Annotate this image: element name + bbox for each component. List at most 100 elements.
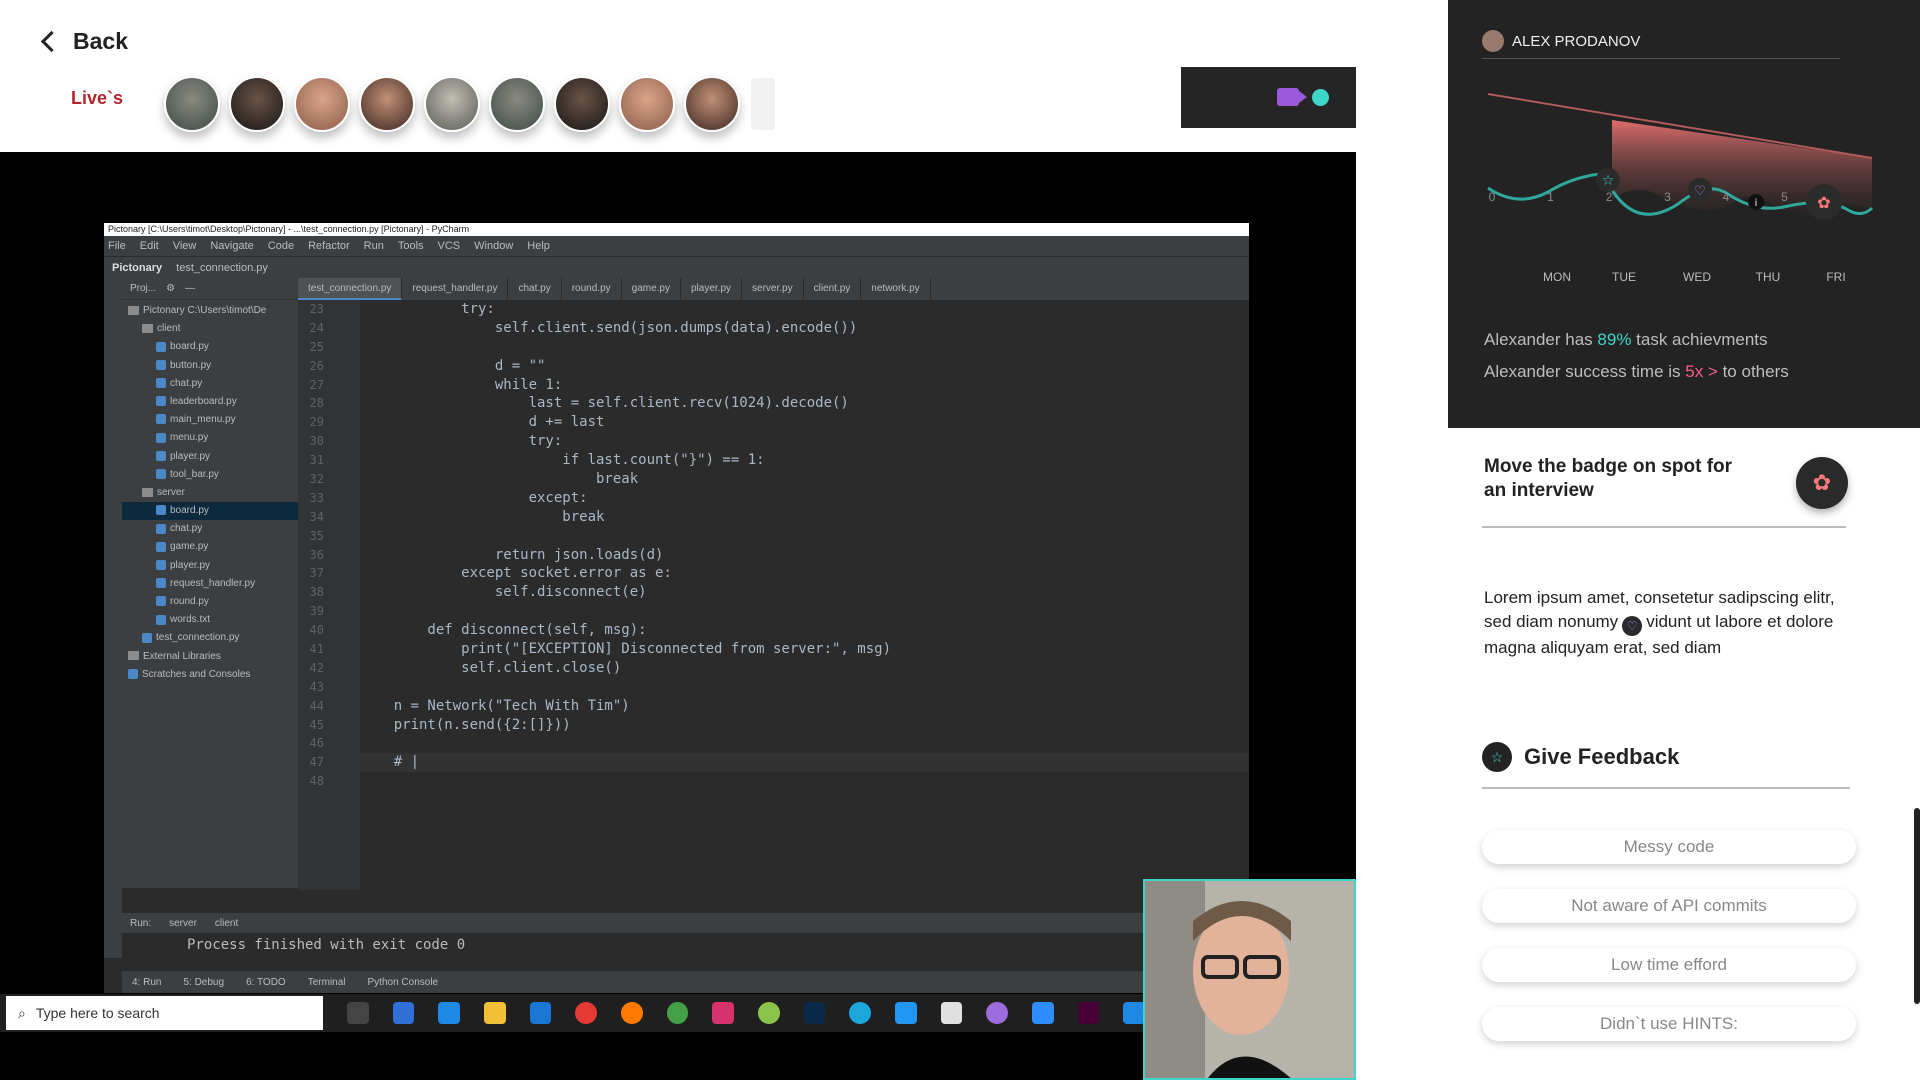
avatar[interactable] — [554, 76, 610, 132]
tree-item[interactable]: Pictonary C:\Users\timot\De — [122, 302, 298, 320]
menu-item[interactable]: Navigate — [210, 240, 253, 252]
feedback-option-time-effort[interactable]: Low time efford — [1482, 948, 1856, 982]
code-line: return json.loads(d) — [360, 546, 664, 563]
tree-item-label: chat.py — [170, 523, 203, 535]
tool-window-button[interactable]: Terminal — [308, 977, 346, 988]
tree-item[interactable]: test_connection.py — [122, 629, 298, 647]
editor-tab[interactable]: request_handler.py — [402, 278, 509, 300]
editor-tab[interactable]: test_connection.py — [298, 278, 403, 300]
chrome-icon[interactable] — [666, 1002, 689, 1024]
tree-item[interactable]: player.py — [122, 448, 298, 466]
editor-tab[interactable]: game.py — [622, 278, 681, 300]
project-dropdown[interactable]: Proj... — [130, 283, 156, 294]
editor-tab[interactable]: chat.py — [508, 278, 562, 300]
tree-item[interactable]: chat.py — [122, 375, 298, 393]
editor-tab[interactable]: player.py — [681, 278, 743, 300]
instagram-icon[interactable] — [712, 1002, 735, 1024]
tree-item[interactable]: server — [122, 484, 298, 502]
editor-tab[interactable]: client.py — [804, 278, 862, 300]
feedback-option-api-commits[interactable]: Not aware of API commits — [1482, 889, 1856, 923]
tree-item[interactable]: game.py — [122, 538, 298, 556]
edge-icon[interactable] — [849, 1002, 872, 1024]
run-tab-client[interactable]: client — [215, 918, 238, 929]
task-view-icon[interactable] — [347, 1002, 369, 1024]
app-icon[interactable] — [1123, 1002, 1145, 1024]
photoshop-icon[interactable] — [803, 1002, 826, 1024]
settings-icon[interactable]: ⚙ — [166, 283, 175, 294]
avatar[interactable] — [489, 76, 545, 132]
tree-item[interactable]: External Libraries — [122, 648, 298, 666]
avatar[interactable] — [424, 76, 480, 132]
taskbar-search[interactable]: ⌕ Type here to search — [6, 996, 324, 1030]
zoom-icon[interactable] — [1032, 1002, 1054, 1024]
avatar-more[interactable] — [749, 76, 777, 132]
tree-item[interactable]: chat.py — [122, 520, 298, 538]
feedback-option-messy-code[interactable]: Messy code — [1482, 830, 1856, 864]
tree-item[interactable]: round.py — [122, 593, 298, 611]
mail-icon[interactable] — [529, 1002, 552, 1024]
avatar[interactable] — [619, 76, 675, 132]
menu-item[interactable]: Refactor — [308, 240, 350, 252]
menu-item[interactable]: View — [173, 240, 197, 252]
tree-item[interactable]: player.py — [122, 557, 298, 575]
avatar[interactable] — [229, 76, 285, 132]
tool-window-button[interactable]: 6: TODO — [246, 977, 286, 988]
app-icon[interactable] — [758, 1002, 780, 1024]
activity-chart[interactable]: ☆ ♡ i ✿ 0 1 2 3 4 5 MON TUE WED THU FRI — [1448, 80, 1920, 290]
chrome-icon[interactable] — [575, 1002, 598, 1024]
breadcrumb-file[interactable]: test_connection.py — [176, 262, 268, 274]
tree-item[interactable]: main_menu.py — [122, 411, 298, 429]
tool-window-button[interactable]: Python Console — [368, 977, 439, 988]
line-number: 41 — [309, 642, 324, 657]
folder-icon[interactable] — [484, 1002, 506, 1024]
github-icon[interactable] — [986, 1002, 1009, 1024]
avatar[interactable] — [684, 76, 740, 132]
app-icon[interactable] — [438, 1002, 461, 1024]
badge-handle[interactable]: ✿ — [1796, 457, 1848, 509]
avatar[interactable] — [294, 76, 350, 132]
python-file-icon — [156, 414, 166, 425]
menu-item[interactable]: Window — [474, 240, 513, 252]
code-editor[interactable]: try: self.client.send(json.dumps(data).e… — [360, 300, 1249, 890]
menu-item[interactable]: Help — [527, 240, 550, 252]
tree-item[interactable]: board.py — [122, 502, 298, 521]
day-label: THU — [1756, 270, 1781, 284]
tree-item[interactable]: tool_bar.py — [122, 466, 298, 484]
editor-tab[interactable]: server.py — [742, 278, 804, 300]
video-camera-icon[interactable] — [1277, 88, 1307, 106]
tree-item[interactable]: button.py — [122, 357, 298, 375]
editor-tab[interactable]: round.py — [562, 278, 622, 300]
avatar[interactable] — [359, 76, 415, 132]
vscode-icon[interactable] — [895, 1002, 917, 1024]
feedback-option-hints[interactable]: Didn`t use HINTS: — [1482, 1007, 1856, 1041]
editor-tab[interactable]: network.py — [861, 278, 931, 300]
tree-item[interactable]: request_handler.py — [122, 575, 298, 593]
avatar[interactable] — [164, 76, 220, 132]
app-icon[interactable] — [392, 1002, 415, 1024]
menu-item[interactable]: Edit — [140, 240, 159, 252]
run-tab-server[interactable]: server — [169, 918, 197, 929]
menu-item[interactable]: Run — [364, 240, 384, 252]
breadcrumb-project[interactable]: Pictonary — [112, 262, 162, 274]
recording-control[interactable] — [1181, 67, 1356, 128]
scrollbar[interactable] — [1914, 808, 1920, 1004]
tree-item[interactable]: Scratches and Consoles — [122, 666, 298, 684]
tree-item[interactable]: board.py — [122, 338, 298, 356]
menu-item[interactable]: File — [108, 240, 126, 252]
menu-item[interactable]: Code — [268, 240, 294, 252]
back-button[interactable]: Back — [38, 28, 128, 55]
menu-item[interactable]: VCS — [438, 240, 461, 252]
menu-item[interactable]: Tools — [398, 240, 424, 252]
tool-window-button[interactable]: 4: Run — [132, 977, 161, 988]
tool-window-button[interactable]: 5: Debug — [183, 977, 224, 988]
badge-drop-spot[interactable] — [1482, 526, 1846, 528]
tree-item[interactable]: leaderboard.py — [122, 393, 298, 411]
heart-icon[interactable]: ♡ — [1622, 616, 1643, 636]
tree-item[interactable]: words.txt — [122, 611, 298, 629]
firefox-icon[interactable] — [621, 1002, 643, 1024]
collapse-icon[interactable]: — — [185, 283, 195, 294]
xd-icon[interactable] — [1077, 1002, 1100, 1024]
tree-item[interactable]: client — [122, 320, 298, 338]
slack-icon[interactable] — [940, 1002, 963, 1024]
tree-item[interactable]: menu.py — [122, 429, 298, 447]
